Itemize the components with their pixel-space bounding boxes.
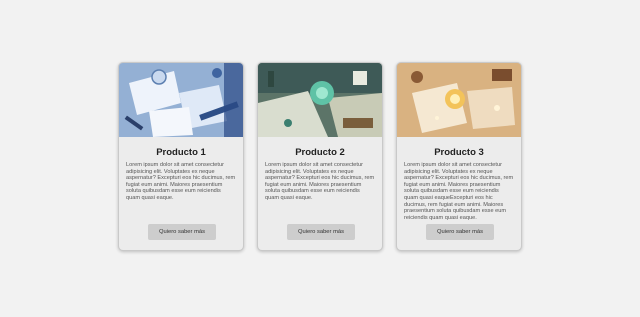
product-cards: Producto 1 Lorem ipsum dolor sit amet co… — [118, 62, 522, 251]
learn-more-button-1[interactable]: Quiero saber más — [148, 224, 216, 240]
product-image-2 — [258, 63, 382, 137]
product-description-1: Lorem ipsum dolor sit amet consectetur a… — [126, 162, 236, 201]
product-description-2: Lorem ipsum dolor sit amet consectetur a… — [265, 162, 375, 201]
product-image-3 — [397, 63, 521, 137]
product-description-3: Lorem ipsum dolor sit amet consectetur a… — [404, 162, 514, 221]
product-title-2: Producto 2 — [295, 147, 345, 158]
product-title-1: Producto 1 — [156, 147, 206, 158]
product-card-1: Producto 1 Lorem ipsum dolor sit amet co… — [118, 62, 244, 251]
product-card-2: Producto 2 Lorem ipsum dolor sit amet co… — [257, 62, 383, 251]
product-card-3: Producto 3 Lorem ipsum dolor sit amet co… — [396, 62, 522, 251]
product-title-3: Producto 3 — [434, 147, 484, 158]
learn-more-button-2[interactable]: Quiero saber más — [287, 224, 355, 240]
product-image-1 — [119, 63, 243, 137]
learn-more-button-3[interactable]: Quiero saber más — [426, 224, 494, 240]
